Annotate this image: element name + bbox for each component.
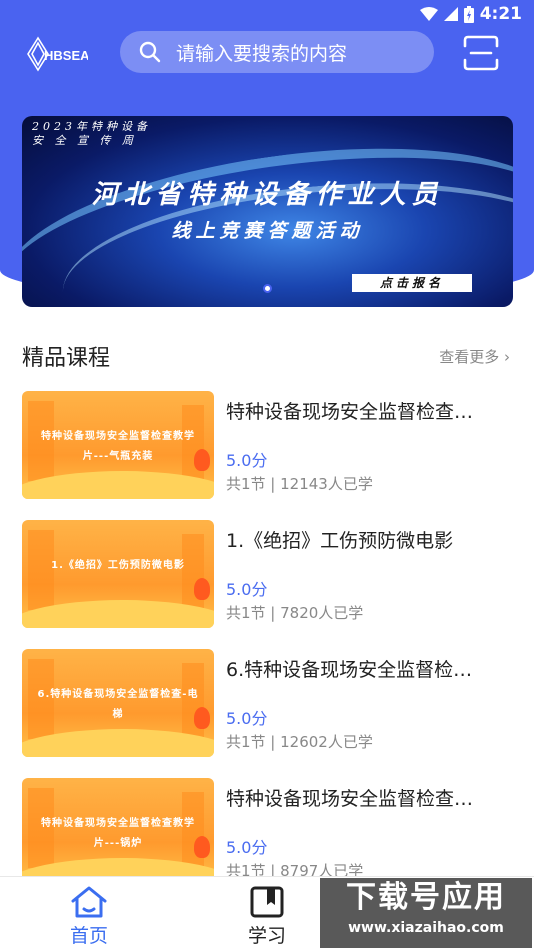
- thumbnail-caption: 特种设备现场安全监督检查教学片---气瓶充装: [41, 431, 195, 462]
- wifi-icon: [419, 7, 438, 21]
- banner-title: 河北省特种设备作业人员: [91, 180, 444, 210]
- course-item[interactable]: 1.《绝招》工伤预防微电影 1.《绝招》工伤预防微电影 5.0分 共1节 | 7…: [22, 520, 512, 628]
- home-icon: [71, 886, 107, 918]
- course-rating: 5.0分: [226, 709, 268, 728]
- course-meta: 共1节 | 12602人已学: [226, 733, 373, 751]
- search-placeholder: 请输入要搜索的内容: [176, 42, 348, 65]
- promo-banner[interactable]: 2023年特种设备 安 全 宣 传 周 河北省特种设备作业人员 线上竞赛答题活动…: [22, 116, 513, 307]
- course-rating: 5.0分: [226, 580, 268, 599]
- banner-subtitle: 线上竞赛答题活动: [171, 220, 364, 242]
- watermark-title: 下载号应用: [346, 880, 506, 915]
- thumbnail-caption: 1.《绝招》工伤预防微电影: [51, 560, 185, 571]
- tab-study[interactable]: 学习: [222, 885, 312, 948]
- carousel-indicator: [263, 284, 272, 293]
- thumbnail-caption: 特种设备现场安全监督检查教学片---锅炉: [41, 818, 195, 849]
- search-icon: [139, 41, 161, 63]
- thumbnail-caption: 6.特种设备现场安全监督检查-电梯: [37, 689, 199, 720]
- search-input[interactable]: 请输入要搜索的内容: [120, 31, 434, 73]
- watermark: 下载号应用 www.xiazaihao.com: [320, 878, 532, 948]
- course-title: 特种设备现场安全监督检查…: [226, 788, 474, 810]
- featured-courses-header: 精品课程 查看更多 ›: [22, 340, 512, 372]
- course-thumbnail: 特种设备现场安全监督检查教学片---气瓶充装: [22, 391, 214, 499]
- banner-register-button[interactable]: 点击报名: [352, 274, 472, 292]
- course-meta: 共1节 | 7820人已学: [226, 604, 364, 622]
- course-title: 6.特种设备现场安全监督检…: [226, 659, 473, 681]
- course-item[interactable]: 特种设备现场安全监督检查教学片---气瓶充装 特种设备现场安全监督检查… 5.0…: [22, 391, 512, 499]
- status-icons: 4:21: [419, 4, 522, 24]
- tab-home[interactable]: 首页: [44, 885, 134, 948]
- course-title: 1.《绝招》工伤预防微电影: [226, 530, 454, 552]
- book-icon: [250, 886, 284, 918]
- see-more-link[interactable]: 查看更多 ›: [439, 346, 510, 367]
- scan-icon[interactable]: [462, 34, 500, 72]
- course-thumbnail: 6.特种设备现场安全监督检查-电梯: [22, 649, 214, 757]
- section-title: 精品课程: [22, 346, 111, 371]
- status-time: 4:21: [479, 4, 522, 24]
- course-title: 特种设备现场安全监督检查…: [226, 401, 474, 423]
- course-rating: 5.0分: [226, 451, 268, 470]
- course-meta: 共1节 | 12143人已学: [226, 475, 373, 493]
- tree-icon: [194, 578, 210, 600]
- battery-icon: [463, 5, 474, 23]
- course-item[interactable]: 特种设备现场安全监督检查教学片---锅炉 特种设备现场安全监督检查… 5.0分 …: [22, 778, 512, 886]
- course-thumbnail: 1.《绝招》工伤预防微电影: [22, 520, 214, 628]
- course-thumbnail: 特种设备现场安全监督检查教学片---锅炉: [22, 778, 214, 886]
- course-item[interactable]: 6.特种设备现场安全监督检查-电梯 6.特种设备现场安全监督检… 5.0分 共1…: [22, 649, 512, 757]
- signal-icon: [443, 7, 458, 21]
- status-bar: 4:21: [0, 0, 534, 28]
- course-rating: 5.0分: [226, 838, 268, 857]
- svg-text:HBSEA: HBSEA: [44, 48, 88, 63]
- banner-tag: 2023年特种设备 安 全 宣 传 周: [32, 120, 151, 147]
- tab-home-label: 首页: [69, 925, 108, 947]
- tab-study-label: 学习: [247, 925, 286, 947]
- watermark-url: www.xiazaihao.com: [348, 920, 504, 936]
- hbsea-logo-icon: HBSEA: [27, 36, 88, 72]
- search-header: HBSEA 请输入要搜索的内容: [0, 28, 534, 78]
